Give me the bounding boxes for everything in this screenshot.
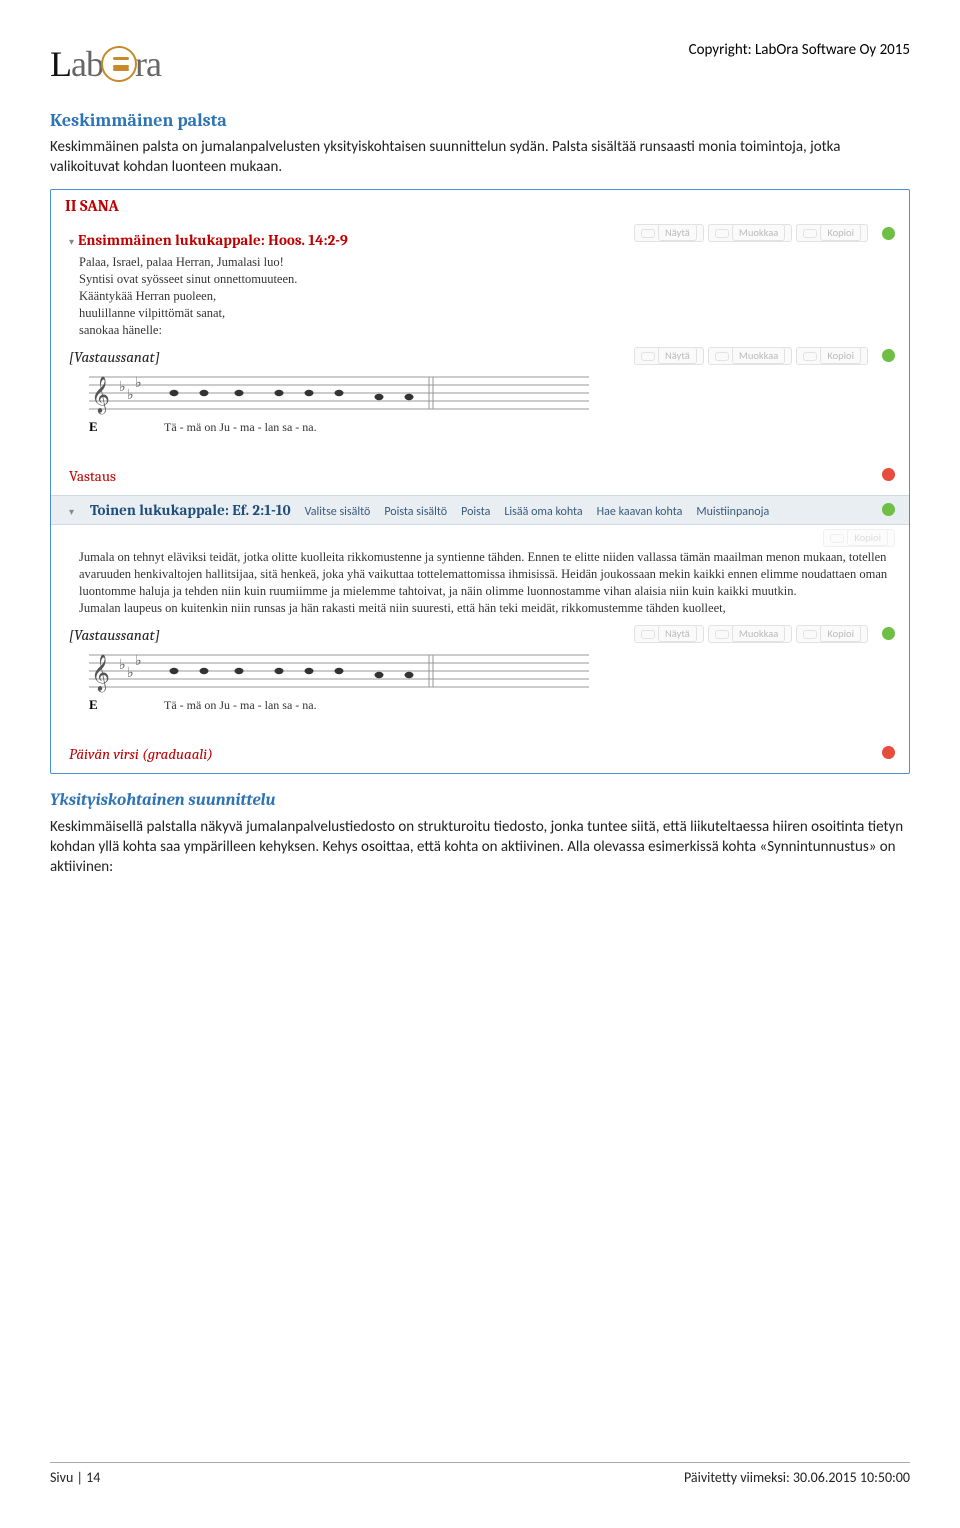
- logo-mark-icon: [101, 46, 137, 82]
- svg-text:♭: ♭: [119, 658, 126, 673]
- status-dot-icon: [882, 227, 895, 240]
- reading2-toolbar[interactable]: ▾ Toinen lukukappale: Ef. 2:1-10 Valitse…: [51, 495, 909, 525]
- vastaussanat2-header[interactable]: [Vastaussanat] Näytä Muokkaa Kopioi: [51, 623, 909, 645]
- section2-title: Yksityiskohtainen suunnittelu: [50, 790, 910, 813]
- caret-icon: ▾: [69, 505, 74, 519]
- edit-button[interactable]: Muokkaa: [708, 625, 792, 643]
- last-updated: Päivitetty viimeksi: 30.06.2015 10:50:00: [684, 1469, 910, 1488]
- status-dot-icon: [882, 468, 895, 481]
- vastaus-label: Vastaus: [69, 460, 116, 488]
- svg-text:♭: ♭: [119, 380, 126, 395]
- footer-divider: [50, 1462, 910, 1463]
- status-dot-icon: [882, 503, 895, 516]
- action-box[interactable]: Näytä Muokkaa Kopioi: [634, 347, 868, 365]
- music-notation-2: 𝄞 ♭ ♭ ♭ E Tä - mä on Ju - ma - lan sa - …: [51, 645, 909, 731]
- paivan-virsi-header[interactable]: Päivän virsi (graduaali): [51, 730, 909, 772]
- reading2-actions-row: Kopioi: [51, 525, 909, 547]
- page-number: Sivu | 14: [50, 1469, 100, 1488]
- svg-text:Tä - mä on Ju -: Tä - mä on Ju - ma - lan sa - na.: [164, 698, 317, 712]
- reading2-text: Jumala on tehnyt eläviksi teidät, jotka …: [51, 547, 909, 623]
- tb-notes[interactable]: Muistiinpanoja: [696, 504, 769, 520]
- section1-body: Keskimmäinen palsta on jumalanpalveluste…: [50, 137, 910, 178]
- page-footer: Sivu | 14 Päivitetty viimeksi: 30.06.201…: [50, 1462, 910, 1488]
- logo: Lab ra: [50, 40, 161, 89]
- logo-text: Lab ra: [50, 40, 161, 89]
- action-box[interactable]: Kopioi: [823, 529, 895, 547]
- svg-text:♭: ♭: [127, 666, 134, 681]
- reading1-text: Palaa, Israel, palaa Herran, Jumalasi lu…: [51, 252, 909, 344]
- svg-text:♭: ♭: [127, 388, 134, 403]
- tb-delete[interactable]: Poista: [461, 504, 490, 520]
- svg-text:𝄞: 𝄞: [91, 376, 110, 414]
- svg-text:𝄞: 𝄞: [91, 654, 110, 692]
- vastaussanat1-label: [Vastaussanat]: [69, 347, 160, 367]
- show-button[interactable]: Näytä: [634, 224, 704, 242]
- svg-text:♭: ♭: [135, 654, 142, 669]
- action-box[interactable]: Näytä Muokkaa Kopioi: [634, 224, 868, 242]
- reading1-header[interactable]: ▾ Ensimmäinen lukukappale: Hoos. 14:2-9 …: [51, 222, 909, 252]
- tb-fetch-template[interactable]: Hae kaavan kohta: [597, 504, 683, 520]
- svg-text:Tä - mä on Ju -: Tä - mä on Ju - ma - lan sa - na.: [164, 420, 317, 434]
- svg-text:E: E: [89, 419, 98, 434]
- show-button[interactable]: Näytä: [634, 625, 704, 643]
- status-dot-icon: [882, 746, 895, 759]
- tb-remove-content[interactable]: Poista sisältö: [384, 504, 447, 520]
- status-dot-icon: [882, 627, 895, 640]
- paivan-virsi-label: Päivän virsi (graduaali): [69, 738, 213, 766]
- copyright-text: Copyright: LabOra Software Oy 2015: [689, 40, 910, 60]
- reading2-title: Toinen lukukappale: Ef. 2:1-10: [90, 500, 291, 520]
- page-header: Lab ra Copyright: LabOra Software Oy 201…: [50, 40, 910, 89]
- main-section-heading: II SANA: [51, 190, 909, 222]
- edit-button[interactable]: Muokkaa: [708, 224, 792, 242]
- status-dot-icon: [882, 349, 895, 362]
- copy-button[interactable]: Kopioi: [796, 347, 868, 365]
- svg-text:♭: ♭: [135, 376, 142, 391]
- vastaus-header[interactable]: Vastaus: [51, 452, 909, 494]
- edit-button[interactable]: Muokkaa: [708, 347, 792, 365]
- caret-icon: ▾: [69, 235, 74, 249]
- svg-text:E: E: [89, 697, 98, 712]
- vastaussanat2-label: [Vastaussanat]: [69, 625, 160, 645]
- tb-add-own[interactable]: Lisää oma kohta: [504, 504, 582, 520]
- section1-title: Keskimmäinen palsta: [50, 109, 910, 133]
- section2-body: Keskimmäisellä palstalla näkyvä jumalanp…: [50, 817, 910, 878]
- music-staff-icon: 𝄞 ♭ ♭ ♭ E Tä - mä on Ju - ma - lan sa - …: [79, 369, 599, 439]
- copy-button[interactable]: Kopioi: [796, 625, 868, 643]
- action-box[interactable]: Näytä Muokkaa Kopioi: [634, 625, 868, 643]
- vastaussanat1-header[interactable]: [Vastaussanat] Näytä Muokkaa Kopioi: [51, 345, 909, 367]
- music-staff-icon: 𝄞 ♭ ♭ ♭ E Tä - mä on Ju - ma - lan sa - …: [79, 647, 599, 717]
- music-notation-1: 𝄞 ♭ ♭ ♭ E Tä - mä on Ju - ma - lan sa - …: [51, 367, 909, 453]
- tb-select-content[interactable]: Valitse sisältö: [305, 504, 371, 520]
- reading1-title: Ensimmäinen lukukappale: Hoos. 14:2-9: [78, 224, 348, 252]
- editor-screenshot: II SANA ▾ Ensimmäinen lukukappale: Hoos.…: [50, 189, 910, 773]
- show-button[interactable]: Näytä: [634, 347, 704, 365]
- copy-button[interactable]: Kopioi: [823, 529, 895, 547]
- copy-button[interactable]: Kopioi: [796, 224, 868, 242]
